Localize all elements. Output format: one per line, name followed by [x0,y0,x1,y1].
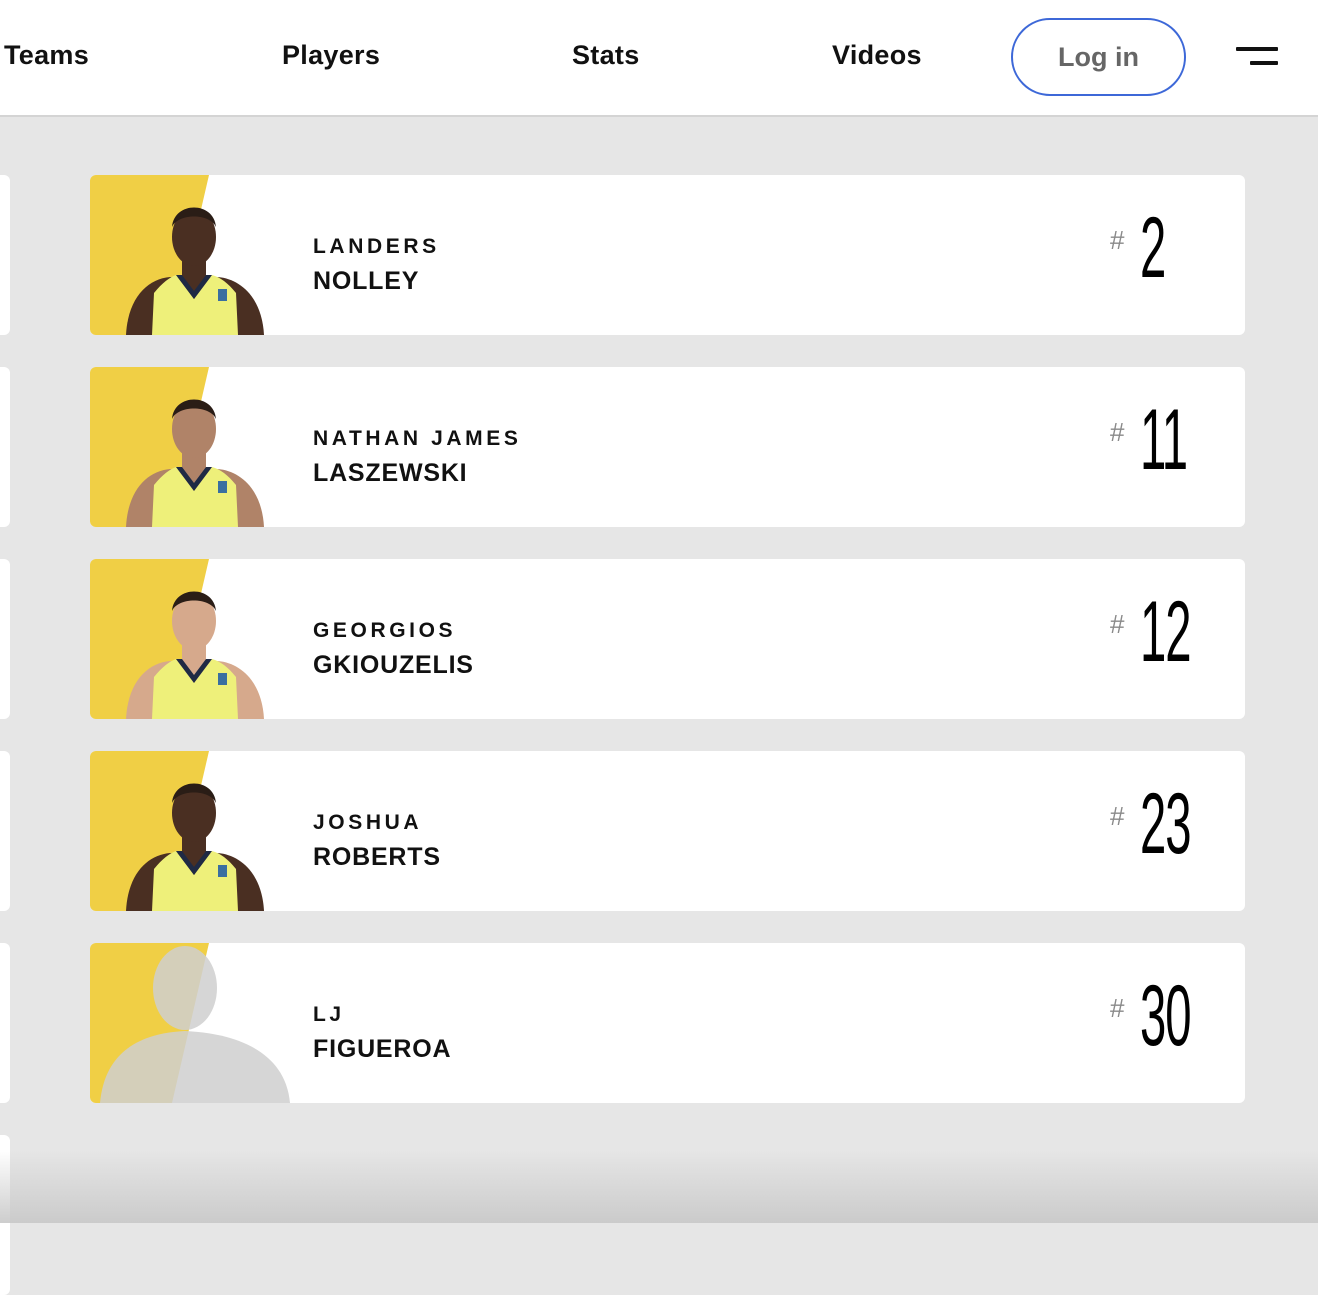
player-first-name: NATHAN JAMES [313,427,522,450]
player-card[interactable]: NATHAN JAMES LASZEWSKI # 11 [90,367,1245,527]
player-last-name: FIGUEROA [313,1035,452,1063]
jersey-hash-symbol: # [1110,993,1125,1023]
nav-link-videos[interactable]: Videos [832,40,922,71]
player-last-name: LASZEWSKI [313,459,468,487]
player-photo [90,559,310,719]
jersey-number: 23 [1140,776,1192,872]
hamburger-menu-icon[interactable] [1236,45,1278,69]
player-photo [90,751,310,911]
player-last-name: ROBERTS [313,843,441,871]
player-last-name: NOLLEY [313,267,420,295]
nav-link-teams[interactable]: Teams [4,40,89,71]
nav-link-stats[interactable]: Stats [572,40,640,71]
adjacent-card-edge [0,367,10,527]
player-first-name: LANDERS [313,235,440,258]
player-photo [90,367,310,527]
jersey-number: 30 [1140,968,1192,1064]
player-first-name: JOSHUA [313,811,423,834]
jersey-hash-symbol: # [1110,417,1125,447]
player-photo [90,175,310,335]
jersey-hash-symbol: # [1110,225,1125,255]
jersey-hash-symbol: # [1110,801,1125,831]
player-first-name: GEORGIOS [313,619,457,642]
jersey-number: 11 [1140,392,1188,488]
player-first-name: LJ [313,1003,345,1026]
adjacent-card-edge [0,943,10,1103]
player-photo [90,943,310,1103]
adjacent-card-edge [0,559,10,719]
jersey-number: 2 [1140,200,1166,296]
player-card[interactable]: JOSHUA ROBERTS # 23 [90,751,1245,911]
player-card[interactable]: GEORGIOS GKIOUZELIS # 12 [90,559,1245,719]
adjacent-card-edge [0,751,10,911]
jersey-hash-symbol: # [1110,609,1125,639]
scroll-fade [0,1150,1318,1223]
adjacent-card-edge [0,175,10,335]
login-button[interactable]: Log in [1011,18,1186,96]
jersey-number: 12 [1140,584,1192,680]
player-card[interactable]: LJ FIGUEROA # 30 [90,943,1245,1103]
top-navigation-bar: Teams Players Stats Videos Log in [0,0,1318,117]
nav-link-players[interactable]: Players [282,40,380,71]
player-last-name: GKIOUZELIS [313,651,474,679]
player-card[interactable]: LANDERS NOLLEY # 2 [90,175,1245,335]
